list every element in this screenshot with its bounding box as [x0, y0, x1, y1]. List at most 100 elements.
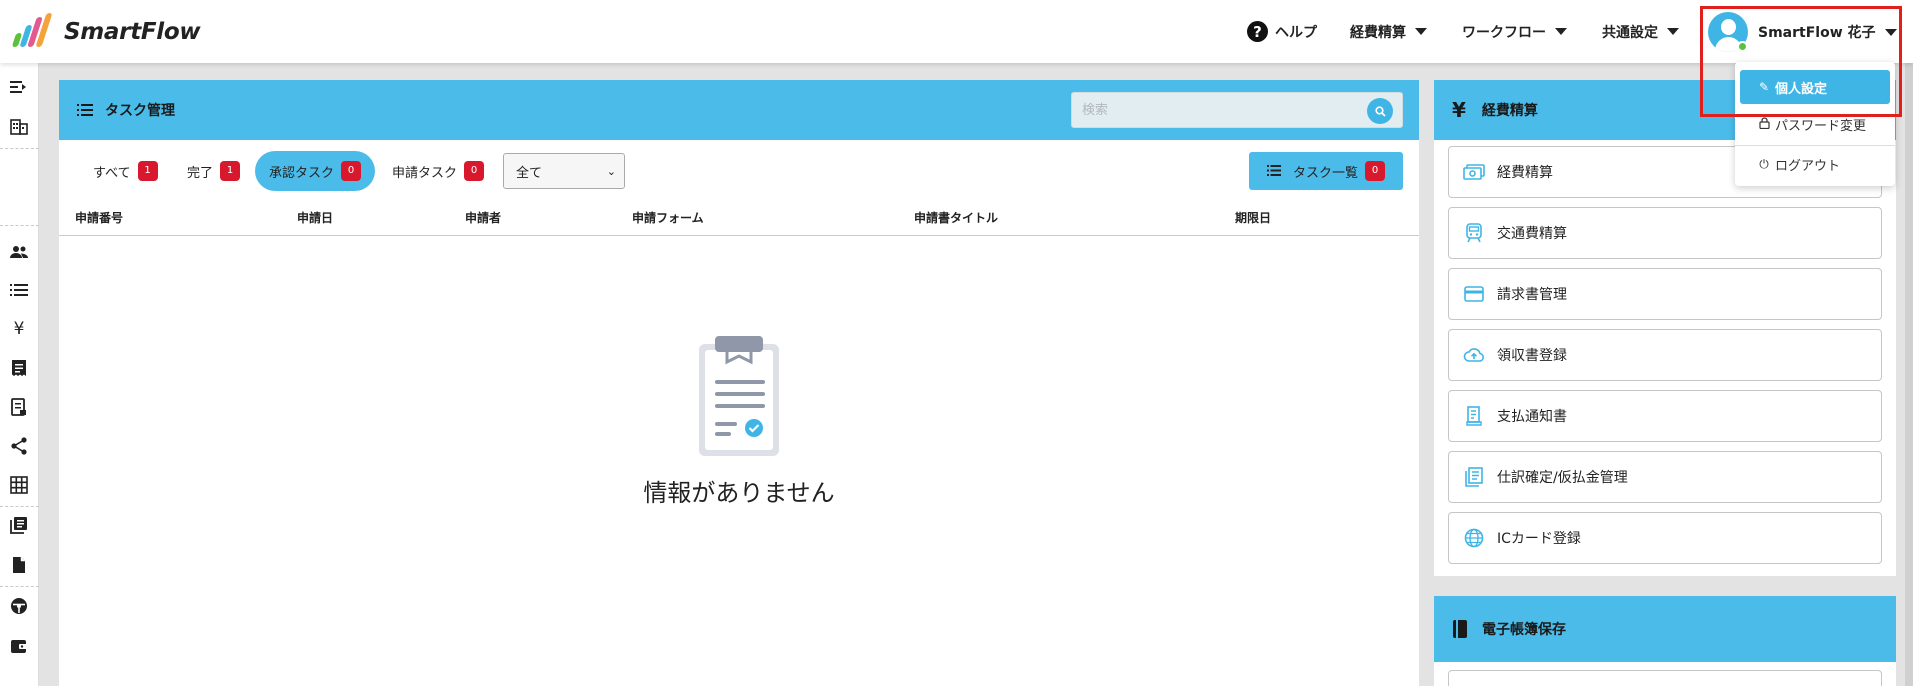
ledger-item-partial[interactable] — [1448, 670, 1882, 686]
column-header[interactable]: 期限日 — [1235, 209, 1271, 226]
wallet-icon[interactable] — [8, 635, 30, 657]
search-input[interactable] — [1082, 99, 1362, 121]
filter-label: 申請タスク — [392, 165, 458, 181]
shortcut-payment-notice[interactable]: 支払通知書 — [1448, 390, 1882, 442]
chevron-down-icon: ⌄ — [606, 165, 616, 178]
task-list-button[interactable]: タスク一覧 0 — [1249, 152, 1403, 190]
empty-clipboard-icon — [697, 336, 779, 456]
column-header[interactable]: 申請者 — [465, 209, 501, 226]
shortcut-label: 経費精算 — [1497, 165, 1553, 181]
filter-completed[interactable]: 完了 1 — [173, 151, 254, 191]
electronic-ledger-panel: 電子帳簿保存 — [1434, 596, 1896, 686]
sidebar-divider — [0, 586, 39, 587]
task-panel-header: タスク管理 — [59, 80, 1419, 140]
shortcut-label: 領収書登録 — [1497, 348, 1567, 364]
shortcut-label: 交通費精算 — [1497, 226, 1567, 242]
count-badge: 1 — [220, 161, 241, 181]
menu-item-logout[interactable]: ⏻ ログアウト — [1740, 147, 1890, 181]
money-icon — [1463, 161, 1485, 183]
steering-wheel-icon[interactable] — [8, 595, 30, 617]
help-menu[interactable]: ? ヘルプ — [1247, 0, 1317, 63]
receipt-icon — [1463, 405, 1485, 427]
panel-title: ¥ 経費精算 — [1452, 80, 1538, 140]
shortcut-journal-advance[interactable]: 仕訳確定/仮払金管理 — [1448, 451, 1882, 503]
pencil-icon: ✎ — [1758, 80, 1770, 94]
logo[interactable]: SmartFlow — [10, 13, 201, 50]
task-panel-title: タスク管理 — [105, 103, 175, 119]
shortcut-transport-expense[interactable]: 交通費精算 — [1448, 207, 1882, 259]
shortcut-invoice-management[interactable]: 請求書管理 — [1448, 268, 1882, 320]
power-icon: ⏻ — [1759, 156, 1769, 171]
credit-card-icon — [1463, 283, 1485, 305]
empty-message: 情報がありません — [643, 479, 835, 507]
count-badge: 0 — [1365, 161, 1385, 181]
electronic-ledger-header: 電子帳簿保存 — [1434, 596, 1896, 662]
lock-icon — [1756, 116, 1772, 132]
users-icon[interactable] — [8, 241, 30, 263]
library-icon[interactable] — [8, 514, 30, 536]
search-icon — [1374, 105, 1386, 117]
table-header: 申請番号 申請日 申請者 申請フォーム 申請書タイトル 期限日 — [59, 200, 1419, 236]
filter-label: 承認タスク — [269, 165, 335, 181]
workflow-menu-label: ワークフロー — [1462, 24, 1546, 41]
column-header[interactable]: 申請書タイトル — [914, 209, 998, 226]
panel-title: 電子帳簿保存 — [1452, 596, 1566, 662]
search-button[interactable] — [1367, 98, 1393, 124]
logo-mark-icon — [10, 13, 56, 49]
user-menu-toggle[interactable]: SmartFlow 花子 — [1704, 8, 1897, 56]
shortcut-label: 支払通知書 — [1497, 409, 1567, 425]
electronic-ledger-title: 電子帳簿保存 — [1482, 622, 1566, 638]
grid-icon[interactable] — [8, 474, 30, 496]
cloud-upload-icon — [1463, 344, 1485, 366]
user-name: SmartFlow 花子 — [1758, 25, 1876, 41]
expense-menu-label: 経費精算 — [1350, 24, 1406, 41]
building-icon[interactable] — [8, 115, 30, 137]
column-header[interactable]: 申請フォーム — [632, 209, 704, 226]
invoice-icon[interactable] — [8, 396, 30, 418]
top-bar: SmartFlow ? ヘルプ 経費精算 ワークフロー 共通設定 SmartFl… — [0, 0, 1913, 63]
receipt-icon[interactable] — [8, 357, 30, 379]
help-label: ヘルプ — [1275, 24, 1317, 41]
document-icon[interactable] — [8, 554, 30, 576]
workflow-menu[interactable]: ワークフロー — [1462, 0, 1567, 63]
filter-all[interactable]: すべて 1 — [79, 151, 172, 191]
yen-icon[interactable]: ¥ — [8, 318, 30, 340]
filter-application-tasks[interactable]: 申請タスク 0 — [378, 151, 498, 191]
share-icon[interactable] — [8, 435, 30, 457]
status-select[interactable]: 全て ⌄ — [503, 153, 625, 189]
sidebar-divider — [0, 506, 39, 507]
caret-down-icon — [1555, 28, 1567, 35]
column-header[interactable]: 申請日 — [297, 209, 333, 226]
expand-sidebar-icon[interactable] — [8, 76, 30, 98]
help-icon: ? — [1247, 21, 1268, 42]
menu-item-label: パスワード変更 — [1775, 118, 1867, 134]
column-header[interactable]: 申請番号 — [75, 209, 123, 226]
filter-approval-tasks[interactable]: 承認タスク 0 — [255, 151, 376, 191]
menu-item-change-password[interactable]: パスワード変更 — [1740, 107, 1890, 141]
shortcut-ic-card-registration[interactable]: ICカード登録 — [1448, 512, 1882, 564]
caret-down-icon — [1415, 28, 1427, 35]
shortcut-receipt-registration[interactable]: 領収書登録 — [1448, 329, 1882, 381]
menu-item-label: ログアウト — [1775, 158, 1841, 174]
common-settings-menu[interactable]: 共通設定 — [1602, 0, 1679, 63]
task-list-label: タスク一覧 — [1292, 165, 1358, 181]
shortcut-label: 仕訳確定/仮払金管理 — [1497, 470, 1628, 486]
shortcut-label: 請求書管理 — [1497, 287, 1567, 303]
count-badge: 1 — [137, 161, 158, 181]
expense-menu[interactable]: 経費精算 — [1350, 0, 1427, 63]
menu-item-label: 個人設定 — [1775, 81, 1828, 97]
search-box — [1071, 92, 1403, 128]
menu-item-personal-settings[interactable]: ✎ 個人設定 — [1740, 70, 1890, 104]
expense-panel-title: 経費精算 — [1481, 103, 1538, 119]
count-badge: 0 — [341, 161, 362, 181]
sidebar: ¥ — [0, 63, 39, 686]
status-select-value: 全て — [516, 165, 543, 181]
page-scrollbar[interactable] — [1905, 63, 1913, 686]
list-icon[interactable] — [8, 279, 30, 301]
caret-down-icon — [1884, 28, 1897, 36]
train-icon — [1463, 222, 1485, 244]
task-management-panel: タスク管理 すべて 1 完了 1 承認タスク 0 申請タスク 0 全て ⌄ タス… — [59, 80, 1419, 686]
online-status-icon — [1737, 41, 1748, 52]
globe-icon — [1463, 527, 1485, 549]
filter-label: 完了 — [187, 165, 214, 181]
